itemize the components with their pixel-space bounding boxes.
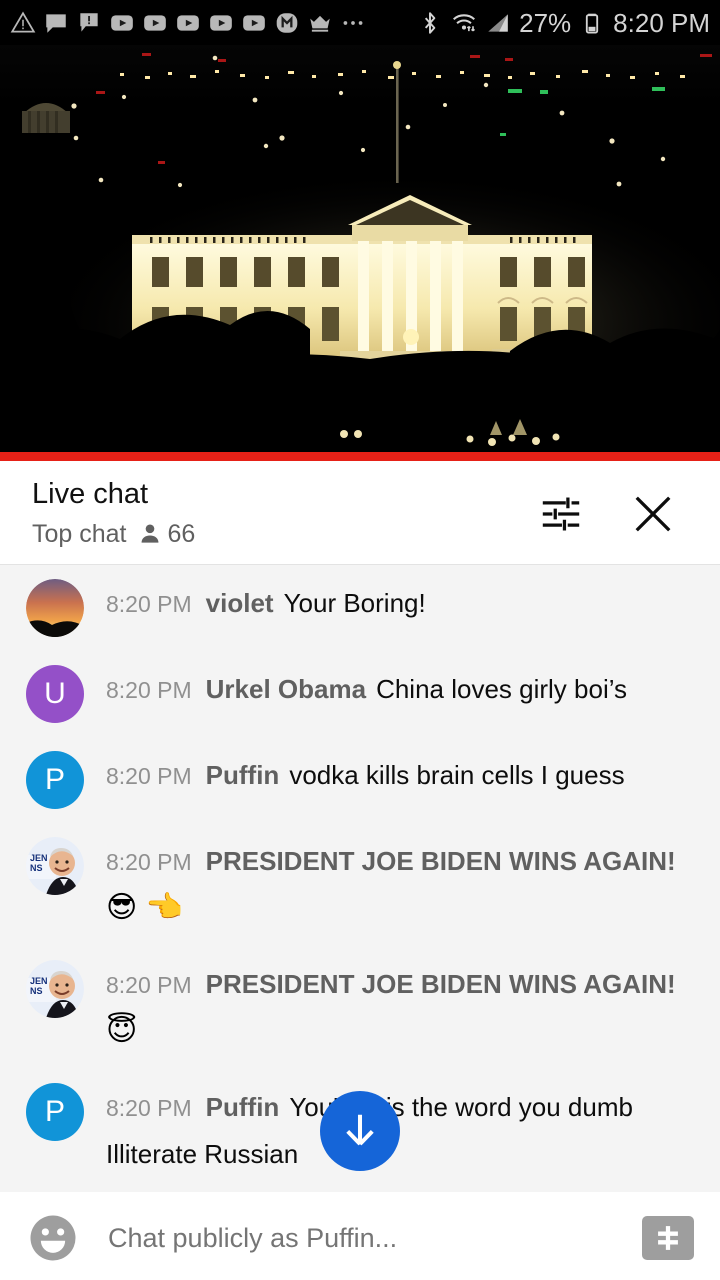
person-icon [141,524,158,543]
live-chat-subheader: Top chat 66 [32,520,538,548]
youtube-play-icon [144,14,166,31]
avatar[interactable]: JEN NS [26,837,84,895]
wifi-icon [453,13,476,31]
avatar[interactable]: P [26,1083,84,1141]
phone-screen: 27% 8:20 PM Live chat Top chat 66 8:20 P… [0,0,720,1280]
scroll-to-bottom-button[interactable] [320,1091,400,1171]
chat-message[interactable]: 8:20 PM violet Your Boring! [0,565,720,651]
chat-author[interactable]: Urkel Obama [206,674,366,704]
avatar[interactable]: U [26,665,84,723]
avatar-initial: U [44,677,66,710]
chat-author[interactable]: violet [206,588,274,618]
chat-timestamp: 8:20 PM [106,849,192,875]
message-bubble-icon [46,13,66,33]
chat-author[interactable]: Puffin [206,760,280,790]
chat-timestamp: 8:20 PM [106,972,192,998]
tune-filter-icon[interactable] [538,491,584,537]
super-chat-dollar-icon[interactable] [642,1216,694,1260]
emoji-smiley-icon[interactable] [26,1211,80,1265]
chat-message-body: 8:20 PM Puffin You're * is the word you du… [106,1083,706,1182]
bluetooth-icon [425,11,436,34]
video-progress-bar[interactable] [0,452,720,461]
video-player[interactable] [0,45,720,452]
close-icon[interactable] [628,489,678,539]
chat-composer [0,1195,720,1280]
live-chat-header: Live chat Top chat 66 [0,461,720,565]
battery-percent: 27% [519,7,572,38]
avatar[interactable]: P [26,751,84,809]
svg-text:NS: NS [30,863,43,873]
chat-text: China loves girly boi’s [376,674,628,704]
arrow-down-icon [346,1114,374,1146]
chat-message-body: 8:20 PM PRESIDENT JOE BIDEN WINS AGAIN! 😇 [106,960,706,1055]
live-chat-actions [538,461,720,539]
chat-timestamp: 8:20 PM [106,1095,192,1121]
youtube-play-icon [210,14,232,31]
chat-message[interactable]: JEN NS 8:20 PM PRESIDENT JOE BIDEN WINS A… [0,823,720,946]
svg-text:NS: NS [30,986,43,996]
chat-emoji: 😎 👈 [106,891,183,924]
live-chat-title: Live chat [32,478,149,510]
avatar[interactable]: JEN NS [26,960,84,1018]
message-alert-icon [80,12,98,32]
monkey-app-icon [276,12,298,33]
white-house-scene [0,45,720,452]
chat-input[interactable] [108,1221,626,1255]
crown-icon [310,15,330,32]
avatar-photo-biden: JEN NS [26,837,84,895]
youtube-play-icon [111,14,133,31]
chat-text: Your Boring! [283,588,426,618]
status-bar: 27% 8:20 PM [0,0,720,45]
avatar[interactable] [26,579,84,637]
avatar-photo-sunset [26,579,84,637]
more-dots-icon [343,20,363,25]
chat-message[interactable]: U 8:20 PM Urkel Obama China loves girly bo… [0,651,720,737]
status-bar-notifications [10,10,417,36]
chat-emoji: 😇 [106,1014,138,1047]
chat-message-body: 8:20 PM PRESIDENT JOE BIDEN WINS AGAIN! 😎… [106,837,706,932]
status-bar-system: 27% 8:20 PM [417,10,710,36]
viewer-count: 66 [137,520,196,548]
chat-message-body: 8:20 PM violet Your Boring! [106,579,706,631]
chat-author[interactable]: PRESIDENT JOE BIDEN WINS AGAIN! [206,969,676,999]
live-chat-titles: Live chat Top chat 66 [0,461,538,548]
avatar-initial: P [44,1095,65,1128]
battery-icon [586,13,599,33]
svg-text:JEN: JEN [30,976,48,986]
chat-message-body: 8:20 PM Puffin vodka kills brain cells I g… [106,751,706,803]
chat-timestamp: 8:20 PM [106,677,192,703]
chat-author[interactable]: PRESIDENT JOE BIDEN WINS AGAIN! [206,846,676,876]
warning-triangle-icon [10,11,36,33]
chat-mode-label[interactable]: Top chat [32,520,127,548]
chat-message[interactable]: JEN NS 8:20 PM PRESIDENT JOE BIDEN WINS A… [0,946,720,1069]
chat-timestamp: 8:20 PM [106,591,192,617]
viewer-count-number: 66 [167,520,196,548]
chat-text: vodka kills brain cells I guess [289,760,625,790]
avatar-photo-biden: JEN NS [26,960,84,1018]
youtube-play-icon [243,14,265,31]
youtube-play-icon [177,14,199,31]
svg-text:JEN: JEN [30,853,48,863]
chat-message[interactable]: P 8:20 PM Puffin vodka kills brain cells I… [0,737,720,823]
avatar-initial: P [44,763,65,796]
cell-signal-icon [488,13,508,32]
chat-timestamp: 8:20 PM [106,763,192,789]
chat-message-body: 8:20 PM Urkel Obama China loves girly boi’… [106,665,706,717]
chat-author[interactable]: Puffin [206,1092,280,1122]
list-bottom-edge [0,1192,720,1196]
status-bar-clock: 8:20 PM [613,7,710,38]
